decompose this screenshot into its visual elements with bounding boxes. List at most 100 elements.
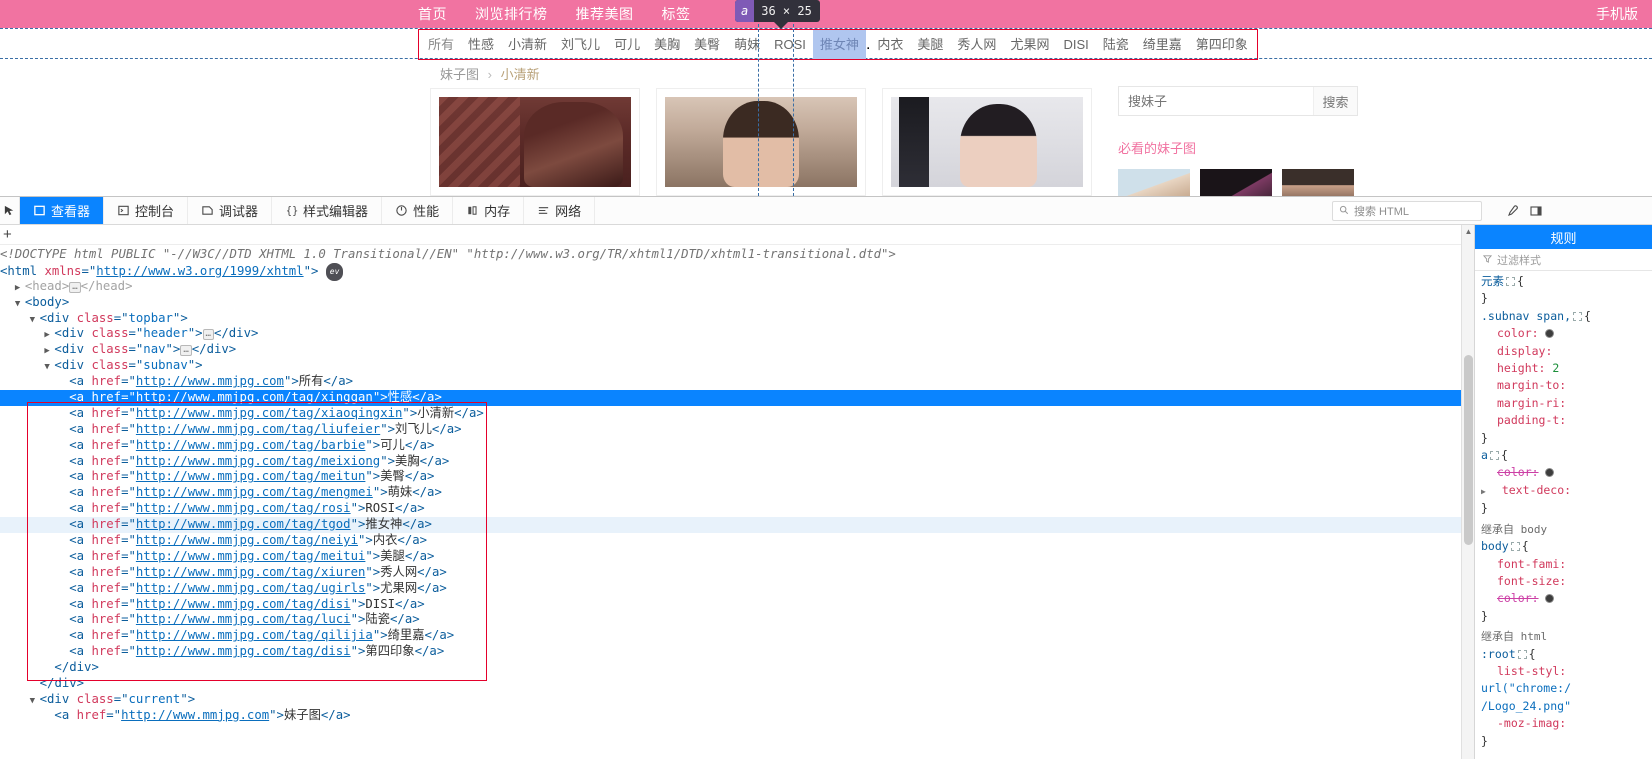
css-declaration[interactable]: margin-to: (1481, 377, 1652, 394)
markup-line[interactable]: <a href="http://www.mmjpg.com/tag/ugirls… (0, 581, 1474, 597)
mobile-version-link[interactable]: 手机版 (1596, 0, 1638, 28)
subnav-item-mengmei[interactable]: 萌妹 (727, 30, 767, 59)
markup-line[interactable]: <html xmlns="http://www.w3.org/1999/xhtm… (0, 262, 1474, 281)
subnav-item-meitun[interactable]: 美臀 (687, 30, 727, 59)
color-swatch[interactable] (1545, 329, 1555, 339)
subnav-item-barbie[interactable]: 可儿 (607, 30, 647, 59)
css-declaration[interactable]: color: (1481, 464, 1652, 481)
subnav-item-xinggan[interactable]: 性感 (461, 30, 501, 59)
markup-line[interactable]: ▼ <div class="current"> (0, 692, 1474, 708)
markup-scroll-thumb[interactable] (1464, 355, 1473, 545)
rules-tab[interactable]: 规则 (1475, 225, 1652, 249)
css-declaration[interactable]: -moz-imag: (1481, 715, 1652, 732)
markup-line[interactable]: <a href="http://www.mmjpg.com/tag/luci">… (0, 612, 1474, 628)
css-declaration[interactable]: margin-ri: (1481, 395, 1652, 412)
markup-line[interactable]: ▶ <div class="header">… </div> (0, 326, 1474, 342)
tab-console[interactable]: 控制台 (104, 197, 189, 224)
subnav-item-tgod-highlighted[interactable]: 推女神 (812, 30, 866, 59)
markup-line[interactable]: <!DOCTYPE html PUBLIC "-//W3C//DTD XHTML… (0, 247, 1474, 263)
markup-line[interactable]: <a href="http://www.mmjpg.com">妹子图</a> (0, 708, 1474, 724)
breadcrumb-root[interactable]: 妹子图 (440, 67, 479, 82)
search-input[interactable] (1119, 87, 1313, 115)
css-declaration[interactable]: /Logo_24.png" (1481, 698, 1652, 715)
markup-line[interactable]: <a href="http://www.mmjpg.com/tag/qiliji… (0, 628, 1474, 644)
tab-style-editor[interactable]: {} 样式编辑器 (272, 197, 383, 224)
css-declaration[interactable]: display: (1481, 343, 1652, 360)
markup-line[interactable]: <a href="http://www.mmjpg.com">所有</a> (0, 374, 1474, 390)
css-rule-selector[interactable]: 元素{ (1481, 273, 1652, 290)
sidebar-thumbnail[interactable] (1118, 169, 1190, 196)
markup-line[interactable]: ▼ <div class="topbar"> (0, 311, 1474, 327)
markup-line[interactable]: </div> (0, 660, 1474, 676)
tab-debugger[interactable]: 调试器 (188, 197, 273, 224)
css-declaration[interactable]: url("chrome:/ (1481, 680, 1652, 697)
tab-inspector[interactable]: 查看器 (20, 197, 105, 224)
markup-line[interactable]: ▶ <div class="nav">… </div> (0, 342, 1474, 358)
css-declaration[interactable]: height: 2 (1481, 360, 1652, 377)
subnav-item-qilijia[interactable]: 绮里嘉 (1136, 30, 1189, 59)
html-search-box[interactable]: 搜索 HTML (1332, 201, 1482, 221)
sidebar-thumbnail[interactable] (1282, 169, 1354, 196)
nav-home[interactable]: 首页 (418, 4, 447, 24)
subnav-item-all[interactable]: 所有 (421, 30, 461, 59)
color-swatch[interactable] (1545, 594, 1555, 604)
markup-scrollbar[interactable]: ▲ (1461, 225, 1474, 759)
markup-line[interactable]: <a href="http://www.mmjpg.com/tag/xiuren… (0, 565, 1474, 581)
subnav-item-rosi[interactable]: ROSI (767, 30, 813, 59)
css-declaration[interactable]: font-size: (1481, 573, 1652, 590)
css-rule-selector[interactable]: body{ (1481, 538, 1652, 555)
nav-ranking[interactable]: 浏览排行榜 (475, 4, 548, 24)
css-declaration[interactable]: font-fami: (1481, 556, 1652, 573)
css-rule-selector[interactable]: a{ (1481, 447, 1652, 464)
markup-line[interactable]: ▼ <body> (0, 295, 1474, 311)
subnav-item-meitui[interactable]: 美腿 (910, 30, 950, 59)
tab-network[interactable]: 网络 (524, 197, 596, 224)
css-declaration[interactable]: list-styl: (1481, 663, 1652, 680)
subnav-item-disiyinxiang[interactable]: 第四印象 (1189, 30, 1255, 59)
markup-line[interactable]: <a href="http://www.mmjpg.com/tag/neiyi"… (0, 533, 1474, 549)
markup-line[interactable]: <a href="http://www.mmjpg.com/tag/meitun… (0, 469, 1474, 485)
sidebar-thumbnail[interactable] (1200, 169, 1272, 196)
tab-memory[interactable]: 内存 (453, 197, 525, 224)
markup-line[interactable]: <a href="http://www.mmjpg.com/tag/xingga… (0, 390, 1474, 406)
css-declaration[interactable]: color: (1481, 590, 1652, 607)
nav-recommend[interactable]: 推荐美图 (576, 4, 634, 24)
subnav-item-meixiong[interactable]: 美胸 (647, 30, 687, 59)
markup-line[interactable]: <a href="http://www.mmjpg.com/tag/meitui… (0, 549, 1474, 565)
markup-line[interactable]: ▶ <head>… </head> (0, 279, 1474, 295)
subnav-item-ugirls[interactable]: 尤果网 (1003, 30, 1056, 59)
subnav-item-xiuren[interactable]: 秀人网 (950, 30, 1003, 59)
markup-line[interactable]: </div> (0, 676, 1474, 692)
gallery-card[interactable] (430, 88, 640, 196)
element-picker-icon[interactable] (0, 197, 20, 224)
css-rule-selector[interactable]: :root{ (1481, 646, 1652, 663)
markup-line[interactable]: <a href="http://www.mmjpg.com/tag/barbie… (0, 438, 1474, 454)
tab-performance[interactable]: 性能 (382, 197, 454, 224)
search-button[interactable]: 搜索 (1313, 87, 1357, 115)
eyedropper-icon[interactable] (1502, 202, 1522, 220)
css-declaration[interactable]: color: (1481, 325, 1652, 342)
markup-line[interactable]: <a href="http://www.mmjpg.com/tag/tgod">… (0, 517, 1474, 534)
css-rule-selector[interactable]: .subnav span,{ (1481, 308, 1652, 325)
subnav-item-neiyi[interactable]: 内衣 (870, 30, 910, 59)
markup-line[interactable]: <a href="http://www.mmjpg.com/tag/rosi">… (0, 501, 1474, 517)
markup-line[interactable]: <a href="http://www.mmjpg.com/tag/meixio… (0, 454, 1474, 470)
markup-line[interactable]: <a href="http://www.mmjpg.com/tag/mengme… (0, 485, 1474, 501)
subnav-item-disi[interactable]: DISI (1056, 30, 1095, 59)
gallery-card[interactable] (882, 88, 1092, 196)
dock-layout-icon[interactable] (1526, 202, 1546, 220)
nav-tags[interactable]: 标签 (662, 4, 691, 24)
style-filter-box[interactable]: 过滤样式 (1475, 249, 1652, 271)
markup-line[interactable]: <a href="http://www.mmjpg.com/tag/disi">… (0, 597, 1474, 613)
markup-line[interactable]: ▼ <div class="subnav"> (0, 358, 1474, 374)
markup-line[interactable]: <a href="http://www.mmjpg.com/tag/disi">… (0, 644, 1474, 660)
subnav-item-luci[interactable]: 陆瓷 (1096, 30, 1136, 59)
css-declaration[interactable]: ▶ text-deco: (1481, 482, 1652, 500)
color-swatch[interactable] (1545, 468, 1555, 478)
markup-line[interactable]: <a href="http://www.mmjpg.com/tag/liufei… (0, 422, 1474, 438)
gallery-card[interactable] (656, 88, 866, 196)
css-declaration[interactable]: padding-t: (1481, 412, 1652, 429)
subnav-item-liufeier[interactable]: 刘飞儿 (554, 30, 607, 59)
markup-line[interactable]: <a href="http://www.mmjpg.com/tag/xiaoqi… (0, 406, 1474, 422)
add-node-button[interactable]: + (3, 226, 12, 243)
